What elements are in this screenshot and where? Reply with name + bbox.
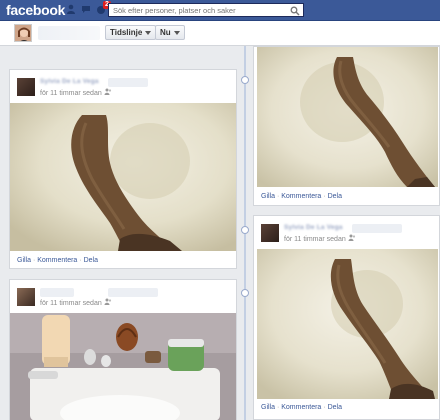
post-card: för 11 timmar sedan (9, 279, 237, 420)
audience-icon (104, 88, 112, 97)
timeline-dot (241, 226, 249, 234)
post-header: Sylvia De La Vega för 11 timmar sedan (254, 216, 439, 246)
share-link[interactable]: Dela (328, 404, 342, 411)
share-link[interactable]: Dela (84, 257, 98, 264)
author-name[interactable]: Sylvia De La Vega (284, 224, 343, 231)
redacted-text (352, 224, 402, 233)
author-name-redacted (40, 288, 74, 297)
post-timestamp[interactable]: för 11 timmar sedan (40, 298, 112, 307)
post-actions: Gilla · Kommentera · Dela (261, 193, 342, 200)
post-timestamp[interactable]: för 11 timmar sedan (40, 88, 112, 97)
post-card: Sylvia De La Vega för 11 timmar sedan Gi… (9, 69, 237, 269)
author-avatar[interactable] (17, 288, 35, 306)
post-actions: Gilla · Kommentera · Dela (261, 404, 342, 411)
timeline-dot (241, 76, 249, 84)
post-actions: Gilla · Kommentera · Dela (17, 257, 98, 264)
timeline-dropdown-button[interactable]: Tidslinje (105, 25, 157, 40)
audience-icon (104, 298, 112, 307)
search-box (108, 3, 304, 17)
post-header: Sylvia De La Vega för 11 timmar sedan (10, 70, 236, 100)
now-dropdown-button[interactable]: Nu (155, 25, 185, 40)
share-link[interactable]: Dela (328, 193, 342, 200)
profile-avatar[interactable] (14, 24, 32, 42)
like-link[interactable]: Gilla (17, 257, 31, 264)
search-input[interactable] (109, 4, 289, 16)
post-card: Gilla · Kommentera · Dela (253, 46, 440, 206)
redacted-text (108, 78, 148, 87)
messages-icon[interactable] (81, 4, 91, 15)
post-photo[interactable] (257, 249, 438, 399)
comment-link[interactable]: Kommentera (281, 193, 321, 200)
comment-link[interactable]: Kommentera (281, 404, 321, 411)
post-timestamp[interactable]: för 11 timmar sedan (284, 234, 356, 243)
like-link[interactable]: Gilla (261, 193, 275, 200)
comment-link[interactable]: Kommentera (37, 257, 77, 264)
author-name[interactable]: Sylvia De La Vega (40, 78, 99, 85)
post-photo[interactable] (257, 47, 438, 187)
chevron-down-icon (145, 30, 152, 35)
jewel-icons: 2 (66, 1, 111, 15)
author-avatar[interactable] (261, 224, 279, 242)
chevron-down-icon (173, 30, 180, 35)
friend-requests-icon[interactable] (66, 4, 76, 15)
search-button[interactable] (288, 4, 302, 16)
post-card: Sylvia De La Vega för 11 timmar sedan Gi… (253, 215, 440, 420)
top-navigation-bar: facebook 2 (0, 0, 440, 21)
now-label: Nu (160, 28, 171, 37)
like-link[interactable]: Gilla (261, 404, 275, 411)
post-header: för 11 timmar sedan (10, 280, 236, 310)
post-photo[interactable] (10, 103, 236, 251)
timeline-header: Tidslinje Nu (0, 21, 440, 46)
author-avatar[interactable] (17, 78, 35, 96)
post-photo[interactable] (10, 313, 236, 420)
notifications-icon[interactable]: 2 (96, 1, 111, 15)
redacted-text (108, 288, 158, 297)
facebook-logo[interactable]: facebook (6, 2, 65, 18)
search-icon (290, 4, 300, 19)
timeline-dot (241, 289, 249, 297)
audience-icon (348, 234, 356, 243)
profile-name-redacted (38, 26, 100, 40)
timeline-label: Tidslinje (110, 28, 143, 37)
